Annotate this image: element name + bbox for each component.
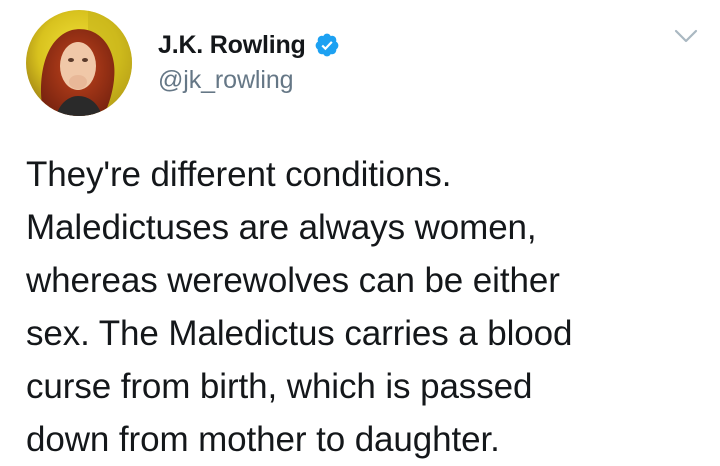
tweet-card: J.K. Rowling @jk_rowling They're differe… xyxy=(0,0,720,462)
name-row: J.K. Rowling xyxy=(158,28,340,62)
tweet-text-line: curse from birth, which is passed xyxy=(26,367,533,406)
display-name[interactable]: J.K. Rowling xyxy=(158,31,306,60)
avatar[interactable] xyxy=(26,10,132,116)
tweet-text-line: Maledictuses are always women, xyxy=(26,208,537,247)
tweet-text-line: whereas werewolves can be either xyxy=(26,261,560,300)
author-info: J.K. Rowling @jk_rowling xyxy=(158,28,340,95)
tweet-text: They're different conditions. Maledictus… xyxy=(26,148,706,466)
tweet-text-line: They're different conditions. xyxy=(26,155,452,194)
tweet-text-line: sex. The Maledictus carries a blood xyxy=(26,314,573,353)
verified-badge-icon xyxy=(314,32,340,58)
tweet-text-line: down from mother to daughter. xyxy=(26,420,500,459)
handle[interactable]: @jk_rowling xyxy=(158,66,340,95)
chevron-down-icon[interactable] xyxy=(674,28,698,46)
profile-photo-image xyxy=(26,10,132,116)
